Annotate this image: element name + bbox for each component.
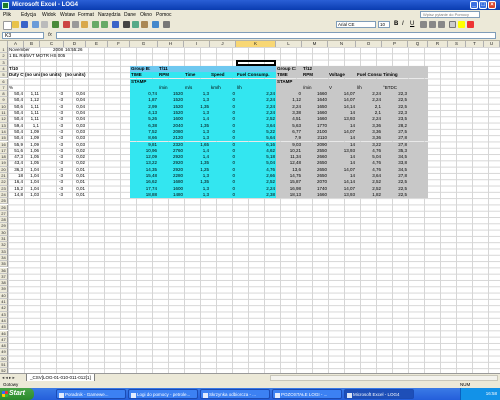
taskbar-item-active[interactable]: Microsoft Excel - LOG4: [344, 389, 414, 399]
taskbar-item-label: Skrzynka odbiorcza - ...: [209, 392, 257, 397]
italic-icon[interactable]: I: [402, 21, 409, 28]
align-center-icon[interactable]: [429, 21, 436, 28]
cell-heading[interactable]: (no units): [64, 72, 86, 78]
taskbar-item-label: Microsoft Excel - LOG4: [353, 392, 400, 397]
cell-value[interactable]: 18,13: [276, 191, 302, 199]
excel-app-icon: [347, 392, 352, 398]
cell-heading[interactable]: (no units): [40, 72, 64, 78]
cell-value[interactable]: -3: [40, 192, 64, 198]
chart-wizard-icon[interactable]: [152, 21, 159, 28]
redo-icon[interactable]: [101, 21, 108, 28]
formula-bar: K3 fx: [0, 31, 500, 41]
underline-icon[interactable]: U: [410, 21, 417, 28]
app-icon: [131, 392, 136, 398]
taskbar-item[interactable]: Logi do pomocy - petrole...: [128, 389, 198, 399]
app-icon: [275, 392, 280, 398]
cell-value[interactable]: 2,38: [236, 191, 276, 199]
cell-value[interactable]: 1480: [158, 191, 184, 199]
save-icon[interactable]: [21, 21, 28, 28]
print-preview-icon[interactable]: [41, 21, 48, 28]
menu-view[interactable]: Widok: [42, 12, 56, 18]
font-name-select[interactable]: Arial CE: [336, 21, 376, 28]
print-icon[interactable]: [32, 21, 39, 28]
spreadsheet-grid[interactable]: 1 2 3 4 5 6 7 8 9 10 11 12 13 14 15 16 17 18 19 20 21 22 23 24 2…: [0, 47, 500, 373]
cell-value[interactable]: 14,8: [8, 192, 24, 198]
open-icon[interactable]: [12, 21, 19, 28]
taskbar-item[interactable]: Skrzynka odbiorcza - ...: [200, 389, 270, 399]
borders-icon[interactable]: [449, 21, 456, 28]
close-button[interactable]: ×: [488, 1, 496, 9]
cell-value[interactable]: 1,82: [356, 191, 382, 199]
cell-heading[interactable]: Duty Cycle: [8, 72, 24, 78]
menu-insert[interactable]: Wstaw: [60, 12, 75, 18]
start-label: Start: [9, 390, 25, 397]
menu-edit[interactable]: Edycja: [21, 12, 36, 18]
taskbar-item-label: POZOSTAŁE LOGI - ...: [281, 392, 328, 397]
minimize-button[interactable]: _: [470, 1, 478, 9]
cell-value[interactable]: 0,01: [64, 192, 86, 198]
title-bar: Microsoft Excel - LOG4 _ □ ×: [0, 0, 500, 10]
maximize-button[interactable]: □: [479, 1, 487, 9]
windows-logo-icon: [2, 391, 8, 397]
app-icon: [203, 392, 208, 398]
cut-icon[interactable]: [63, 21, 70, 28]
bold-icon[interactable]: B: [394, 21, 401, 28]
help-search-input[interactable]: Wpisz pytanie do Pomocy: [420, 11, 480, 18]
spelling-icon[interactable]: [52, 21, 59, 28]
fill-color-icon[interactable]: [458, 21, 465, 28]
cell-value[interactable]: 1,03: [24, 192, 40, 198]
status-bar: Gotowy NUM: [0, 381, 500, 388]
num-lock-indicator: NUM: [460, 382, 471, 387]
name-box[interactable]: K3: [2, 32, 44, 39]
cell-value[interactable]: 22,5: [382, 191, 408, 199]
menu-window[interactable]: Okno: [140, 12, 152, 18]
window-title: Microsoft Excel - LOG4: [12, 1, 79, 8]
status-text: Gotowy: [3, 382, 19, 387]
cell-heading[interactable]: (no units): [24, 72, 40, 78]
excel-app-icon: [2, 1, 9, 9]
menu-help[interactable]: Pomoc: [156, 12, 172, 18]
autosum-icon[interactable]: [123, 21, 130, 28]
sort-desc-icon[interactable]: [141, 21, 148, 28]
clock: 16:58: [485, 391, 497, 396]
formula-input[interactable]: [56, 32, 496, 39]
copy-icon[interactable]: [72, 21, 79, 28]
taskbar-item-label: Poradnik - Gamewe...: [65, 392, 109, 397]
start-button[interactable]: Start: [0, 388, 34, 400]
cell-value[interactable]: 1660: [302, 191, 328, 199]
cell-value[interactable]: 13,93: [328, 191, 356, 199]
taskbar-item[interactable]: POZOSTAŁE LOGI - ...: [272, 389, 342, 399]
cell-value[interactable]: 1,3: [184, 191, 210, 199]
menu-file[interactable]: Plik: [3, 12, 11, 18]
menu-format[interactable]: Format: [78, 12, 94, 18]
cell-description[interactable]: 1 BL R4/5VT MOTR HS 005: [8, 53, 98, 59]
sort-asc-icon[interactable]: [132, 21, 139, 28]
font-color-icon[interactable]: [467, 21, 474, 28]
menu-tools[interactable]: Narzędzia: [98, 12, 121, 18]
fx-icon[interactable]: fx: [48, 32, 52, 38]
app-icon: [59, 392, 64, 398]
taskbar: Start Poradnik - Gamewe... Logi do pomoc…: [0, 388, 500, 400]
cell-value[interactable]: 18,88: [130, 191, 158, 199]
taskbar-item[interactable]: Poradnik - Gamewe...: [56, 389, 126, 399]
system-tray: 16:58: [460, 388, 500, 400]
align-left-icon[interactable]: [420, 21, 427, 28]
font-size-select[interactable]: 10: [378, 21, 390, 28]
undo-icon[interactable]: [92, 21, 99, 28]
hyperlink-icon[interactable]: [112, 21, 119, 28]
drawing-icon[interactable]: [163, 21, 170, 28]
cell-value[interactable]: 0: [210, 191, 236, 199]
cell-fill[interactable]: [408, 191, 428, 199]
taskbar-item-label: Logi do pomocy - petrole...: [137, 392, 191, 397]
menu-data[interactable]: Dane: [124, 12, 136, 18]
new-icon[interactable]: [3, 21, 12, 30]
paste-icon[interactable]: [81, 21, 88, 28]
align-right-icon[interactable]: [438, 21, 445, 28]
